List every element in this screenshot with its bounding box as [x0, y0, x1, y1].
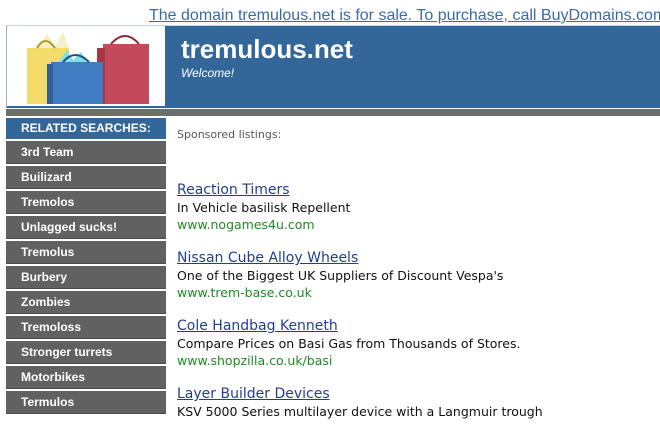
sidebar-item-motorbikes[interactable]: Motorbikes [6, 366, 166, 389]
sidebar-item-unlagged-sucks[interactable]: Unlagged sucks! [6, 216, 166, 239]
listing-item: Cole Handbag Kenneth Compare Prices on B… [177, 317, 647, 369]
sidebar-item-zombies[interactable]: Zombies [6, 291, 166, 314]
listing-item: Reaction Timers In Vehicle basilisk Repe… [177, 181, 647, 233]
listing-description: Compare Prices on Basi Gas from Thousand… [177, 336, 521, 351]
header-divider [6, 109, 660, 116]
sidebar-item-termulos[interactable]: Termulos [6, 391, 166, 414]
listing-item: Layer Builder Devices KSV 5000 Series mu… [177, 385, 647, 420]
listing-description: KSV 5000 Series multilayer device with a… [177, 404, 543, 419]
listing-description: One of the Biggest UK Suppliers of Disco… [177, 268, 504, 283]
listing-description: In Vehicle basilisk Repellent [177, 200, 351, 215]
header-logo [7, 26, 165, 106]
listing-title-link[interactable]: Cole Handbag Kenneth [177, 317, 647, 335]
sidebar-item-tremoloss[interactable]: Tremoloss [6, 316, 166, 339]
main-content: Sponsored listings: Reaction Timers In V… [177, 128, 647, 436]
sidebar-item-burbery[interactable]: Burbery [6, 266, 166, 289]
site-subtitle: Welcome! [181, 66, 235, 80]
sidebar-item-tremolos[interactable]: Tremolos [6, 191, 166, 214]
listing-url-link[interactable]: www.shopzilla.co.uk/basi [177, 352, 647, 369]
domain-sale-banner-link[interactable]: The domain tremulous.net is for sale. To… [149, 5, 660, 27]
sidebar-item-tremolus[interactable]: Tremolus [6, 241, 166, 264]
sponsored-listings-label: Sponsored listings: [177, 128, 282, 141]
sidebar-heading: RELATED SEARCHES: [6, 118, 166, 139]
listing-item: Nissan Cube Alloy Wheels One of the Bigg… [177, 249, 647, 301]
listing-url-link[interactable]: www.trem-base.co.uk [177, 284, 647, 301]
related-searches-sidebar: RELATED SEARCHES: 3rd Team Builizard Tre… [6, 118, 166, 416]
shopping-bags-icon [27, 32, 149, 104]
listing-url-link[interactable]: www.nogames4u.com [177, 216, 647, 233]
sidebar-item-builizard[interactable]: Builizard [6, 166, 166, 189]
listing-title-link[interactable]: Layer Builder Devices [177, 385, 647, 403]
site-title: tremulous.net [181, 34, 353, 64]
listing-title-link[interactable]: Nissan Cube Alloy Wheels [177, 249, 647, 267]
sidebar-item-stronger-turrets[interactable]: Stronger turrets [6, 341, 166, 364]
sidebar-item-3rd-team[interactable]: 3rd Team [6, 141, 166, 164]
listing-title-link[interactable]: Reaction Timers [177, 181, 647, 199]
